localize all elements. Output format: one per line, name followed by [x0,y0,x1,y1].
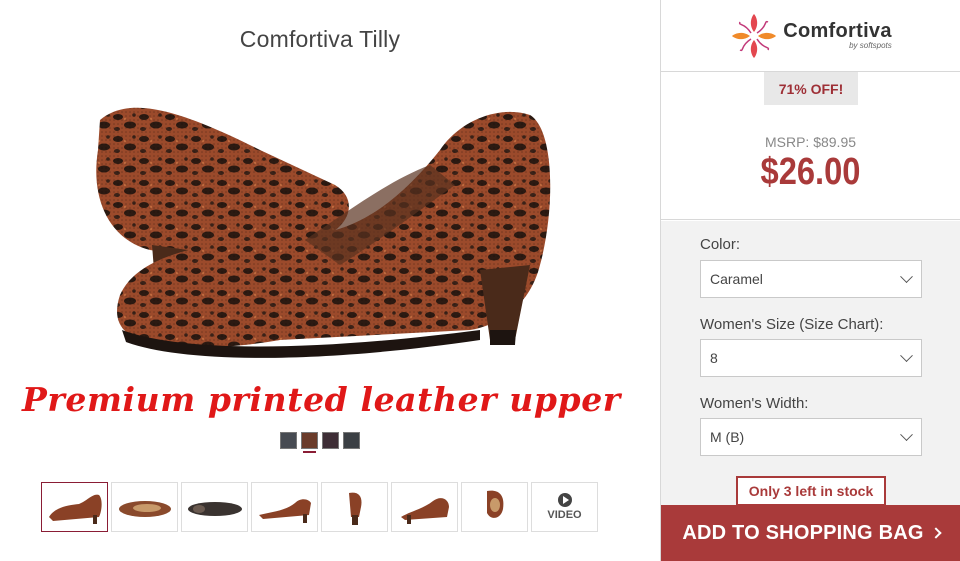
swatch-charcoal[interactable] [280,432,297,449]
chevron-down-icon [900,348,913,362]
thumbnail-2[interactable] [111,482,178,532]
swatch-wine[interactable] [322,432,339,449]
color-swatches [280,432,360,449]
msrp-price: MSRP: $89.95 [764,134,857,150]
thumbnail-strip: VIDEO [41,482,598,532]
thumbnail-image [118,501,171,517]
play-icon [557,493,572,507]
thumbnail-5[interactable] [321,482,388,532]
stock-notice: Only 3 left in stock [736,476,886,506]
color-select[interactable]: Caramel [700,260,922,298]
chevron-right-icon [929,527,942,539]
brand-name: Comfortiva [783,20,892,42]
thumbnail-6[interactable] [391,482,458,532]
promo-text: Premium printed leather upper [22,380,621,419]
sale-price: $26.00 [760,151,861,193]
swatch-caramel[interactable] [301,432,318,449]
thumbnail-image [48,494,102,524]
thumbnail-4[interactable] [251,482,318,532]
brand-wordmark: Comfortiva by softspots [783,21,892,50]
width-select[interactable]: M (B) [700,418,922,456]
purchase-panel: Comfortiva by softspots 71% OFF! MSRP: $… [660,0,960,561]
product-main-image [96,107,551,358]
thumbnail-image [348,492,361,525]
size-select[interactable]: 8 [700,339,922,377]
add-to-bag-label: ADD TO SHOPPING BAG [682,521,924,544]
thumbnail-3[interactable] [181,482,248,532]
width-label: Women's Width: [700,395,809,412]
thumbnail-image [400,498,449,524]
thumbnail-image [258,499,311,523]
swatch-black[interactable] [343,432,360,449]
brand-subtitle: by softspots [849,41,892,50]
add-to-bag-button[interactable]: ADD TO SHOPPING BAG [661,505,960,561]
product-options: Color: Caramel Women's Size (Size Chart)… [661,221,960,505]
size-select-value: 8 [710,350,718,366]
chevron-down-icon [900,427,913,441]
thumbnail-image [187,502,242,516]
thumbnail-1[interactable] [41,482,108,532]
color-select-value: Caramel [710,271,763,287]
thumbnail-video[interactable]: VIDEO [531,482,598,532]
color-label: Color: [700,236,741,253]
thumbnail-image [486,490,503,518]
width-select-value: M (B) [710,429,745,445]
brand-logo[interactable]: Comfortiva by softspots [661,0,960,72]
chevron-down-icon [900,269,913,283]
size-label: Women's Size (Size Chart): [700,316,884,333]
brand-flower-icon [732,13,777,58]
video-label: VIDEO [547,509,582,521]
product-title: Comfortiva Tilly [239,26,401,52]
thumbnail-7[interactable] [461,482,528,532]
product-gallery: Comfortiva Tilly Premium printed leather… [0,0,660,561]
discount-badge: 71% OFF! [764,72,858,105]
